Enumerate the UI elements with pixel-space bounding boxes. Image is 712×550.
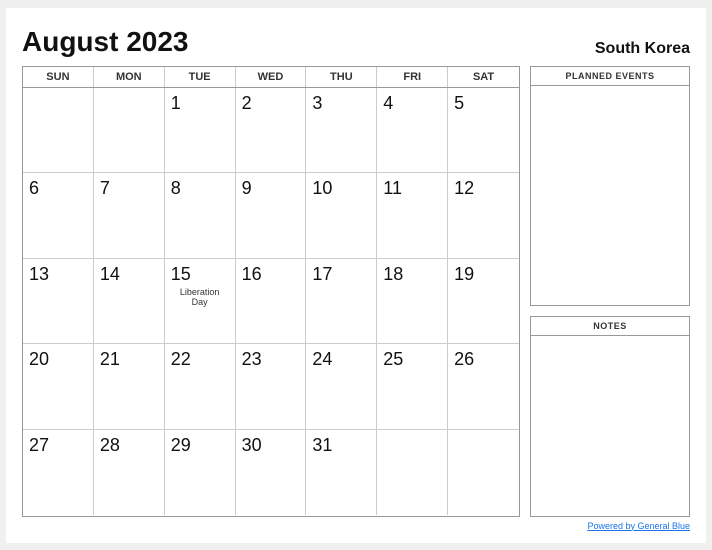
day-cell: 16 [236, 259, 307, 345]
month-year-title: August 2023 [22, 26, 189, 58]
day-cell: 15Liberation Day [165, 259, 236, 345]
day-number: 15 [171, 264, 191, 286]
days-of-week-row: SUNMONTUEWEDTHUFRISAT [23, 67, 519, 88]
day-number: 29 [171, 435, 191, 457]
day-cell: 12 [448, 173, 519, 259]
day-number: 5 [454, 93, 464, 115]
day-cell: 2 [236, 88, 307, 174]
day-number: 31 [312, 435, 332, 457]
sidebar: PLANNED EVENTS NOTES [530, 66, 690, 517]
day-number: 13 [29, 264, 49, 286]
day-number: 8 [171, 178, 181, 200]
day-cell: 28 [94, 430, 165, 516]
day-number: 1 [171, 93, 181, 115]
country-title: South Korea [595, 40, 690, 58]
footer: Powered by General Blue [22, 521, 690, 531]
day-number: 23 [242, 349, 262, 371]
day-cell: 5 [448, 88, 519, 174]
day-cell: 11 [377, 173, 448, 259]
calendar-grid: 123456789101112131415Liberation Day16171… [23, 88, 519, 516]
day-number: 18 [383, 264, 403, 286]
dow-cell: THU [306, 67, 377, 87]
day-cell: 6 [23, 173, 94, 259]
day-cell: 29 [165, 430, 236, 516]
day-event-label: Liberation Day [171, 287, 229, 307]
notes-content [531, 336, 689, 516]
dow-cell: WED [236, 67, 307, 87]
notes-box: NOTES [530, 316, 690, 517]
day-number: 25 [383, 349, 403, 371]
dow-cell: MON [94, 67, 165, 87]
day-cell: 25 [377, 344, 448, 430]
day-cell [94, 88, 165, 174]
day-cell: 14 [94, 259, 165, 345]
calendar-section: SUNMONTUEWEDTHUFRISAT 123456789101112131… [22, 66, 520, 517]
day-number: 24 [312, 349, 332, 371]
powered-by-link[interactable]: Powered by General Blue [587, 521, 690, 531]
day-cell: 8 [165, 173, 236, 259]
day-number: 7 [100, 178, 110, 200]
day-number: 19 [454, 264, 474, 286]
dow-cell: SUN [23, 67, 94, 87]
day-cell: 23 [236, 344, 307, 430]
day-cell [23, 88, 94, 174]
day-number: 2 [242, 93, 252, 115]
dow-cell: FRI [377, 67, 448, 87]
day-cell [377, 430, 448, 516]
planned-events-content [531, 86, 689, 305]
day-cell: 30 [236, 430, 307, 516]
day-number: 16 [242, 264, 262, 286]
day-cell: 1 [165, 88, 236, 174]
day-number: 30 [242, 435, 262, 457]
day-cell: 20 [23, 344, 94, 430]
day-number: 22 [171, 349, 191, 371]
day-cell: 10 [306, 173, 377, 259]
calendar-header: August 2023 South Korea [22, 26, 690, 58]
day-number: 17 [312, 264, 332, 286]
day-number: 20 [29, 349, 49, 371]
day-cell: 27 [23, 430, 94, 516]
day-number: 26 [454, 349, 474, 371]
day-cell: 17 [306, 259, 377, 345]
day-cell: 31 [306, 430, 377, 516]
day-cell: 3 [306, 88, 377, 174]
day-cell: 26 [448, 344, 519, 430]
day-number: 28 [100, 435, 120, 457]
day-number: 27 [29, 435, 49, 457]
main-area: SUNMONTUEWEDTHUFRISAT 123456789101112131… [22, 66, 690, 517]
day-cell [448, 430, 519, 516]
calendar-page: August 2023 South Korea SUNMONTUEWEDTHUF… [6, 8, 706, 543]
day-number: 14 [100, 264, 120, 286]
dow-cell: TUE [165, 67, 236, 87]
day-cell: 4 [377, 88, 448, 174]
day-cell: 18 [377, 259, 448, 345]
day-number: 3 [312, 93, 322, 115]
day-number: 12 [454, 178, 474, 200]
day-number: 21 [100, 349, 120, 371]
planned-events-header: PLANNED EVENTS [531, 67, 689, 86]
day-number: 10 [312, 178, 332, 200]
day-number: 11 [383, 178, 402, 200]
day-cell: 21 [94, 344, 165, 430]
planned-events-box: PLANNED EVENTS [530, 66, 690, 306]
notes-header: NOTES [531, 317, 689, 336]
dow-cell: SAT [448, 67, 519, 87]
day-number: 9 [242, 178, 252, 200]
day-number: 4 [383, 93, 393, 115]
day-cell: 13 [23, 259, 94, 345]
day-cell: 7 [94, 173, 165, 259]
day-cell: 24 [306, 344, 377, 430]
day-cell: 19 [448, 259, 519, 345]
day-number: 6 [29, 178, 39, 200]
day-cell: 9 [236, 173, 307, 259]
day-cell: 22 [165, 344, 236, 430]
